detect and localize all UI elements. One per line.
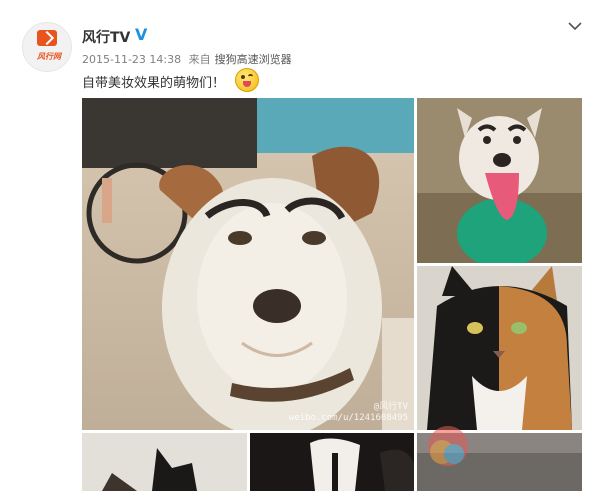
chevron-down-icon[interactable] xyxy=(567,18,583,34)
image-watermark: @风行TV weibo.com/u/1241608495 xyxy=(288,402,408,423)
verified-icon: V xyxy=(135,25,148,44)
post-source[interactable]: 搜狗高速浏览器 xyxy=(215,53,292,66)
avatar-logo-text: 风行网 xyxy=(37,52,61,61)
photo-cow-bottom[interactable] xyxy=(250,433,414,491)
source-prefix: 来自 xyxy=(188,53,211,66)
photo-dog-eyebrows[interactable]: @风行TV weibo.com/u/1241608495 xyxy=(82,98,414,430)
post-timestamp[interactable]: 2015-11-23 14:38 xyxy=(82,53,181,66)
weibo-post-card: 风行网 风行TV V 2015-11-23 14:38 来自 搜狗高速浏览器 自带… xyxy=(0,0,590,491)
photo-two-tone-cat[interactable] xyxy=(417,266,582,430)
avatar[interactable]: 风行网 xyxy=(22,22,72,72)
photo-dog-tongue[interactable] xyxy=(417,98,582,263)
brand-logo-icon xyxy=(37,30,57,46)
photo-cat-bottom-left[interactable] xyxy=(82,433,247,491)
site-watermark-logo xyxy=(428,426,468,466)
tongue-out-emoji-icon xyxy=(235,68,259,92)
post-text: 自带美妆效果的萌物们！ xyxy=(82,76,226,91)
author-name[interactable]: 风行TV xyxy=(82,27,130,47)
post-meta: 2015-11-23 14:38 来自 搜狗高速浏览器 xyxy=(82,51,296,67)
